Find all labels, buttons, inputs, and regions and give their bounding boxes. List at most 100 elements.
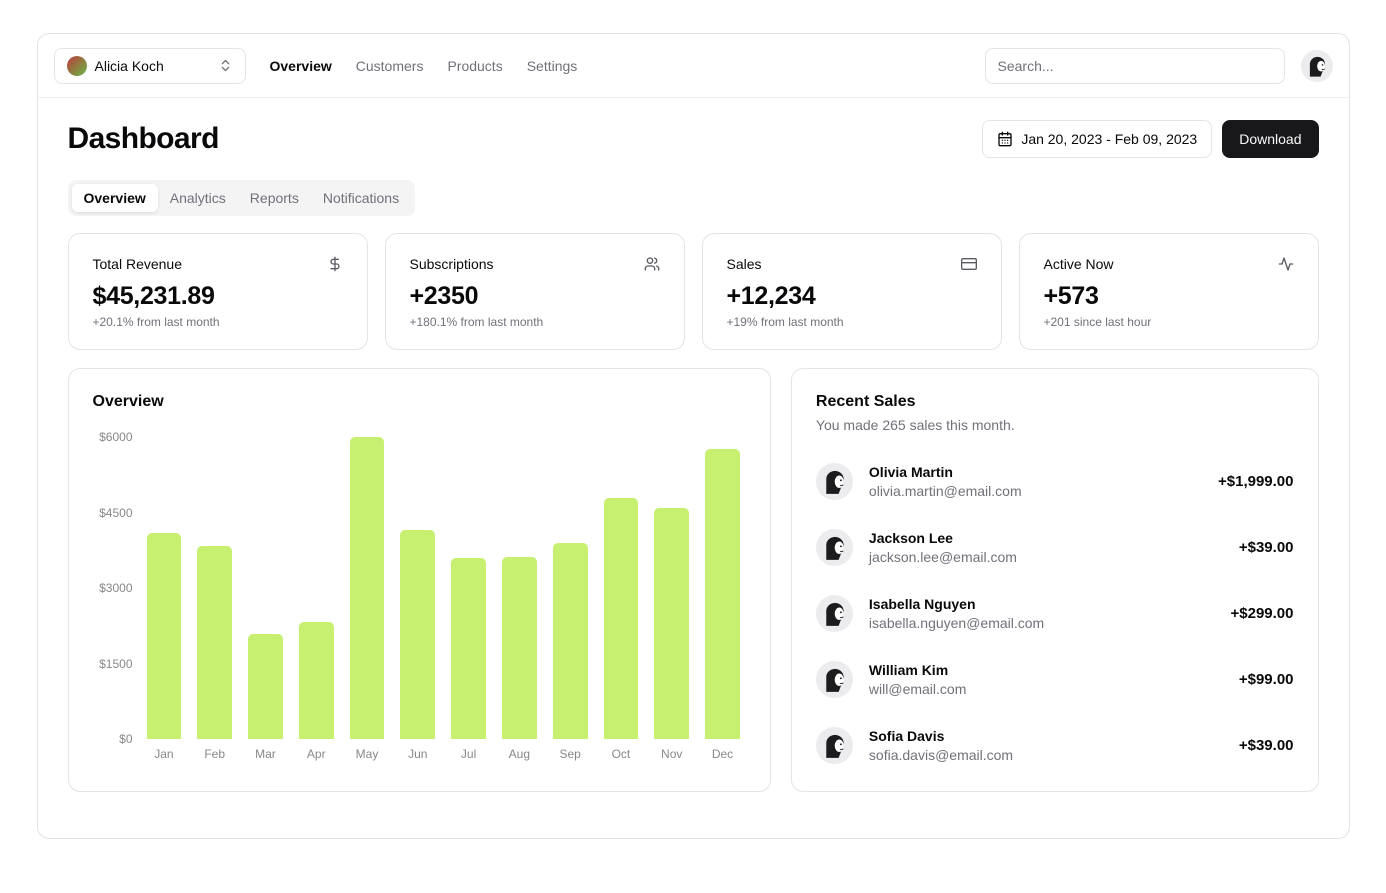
tab-analytics[interactable]: Analytics bbox=[158, 184, 238, 212]
chart-bar bbox=[248, 634, 283, 739]
chart-bar bbox=[603, 497, 639, 739]
chart-bar-column bbox=[552, 437, 588, 739]
stat-label: Sales bbox=[726, 256, 762, 272]
chart-xtick-label: Jul bbox=[460, 747, 477, 761]
chart-xtick-label: Feb bbox=[204, 747, 226, 761]
tab-notifications[interactable]: Notifications bbox=[311, 184, 411, 212]
chart-bar-column bbox=[248, 437, 283, 739]
recent-sales-card: Recent Sales You made 265 sales this mon… bbox=[790, 368, 1319, 792]
chart-ytick-label: $1500 bbox=[99, 656, 133, 671]
customer-email: will@email.com bbox=[868, 681, 967, 697]
chart-ytick-label: $3000 bbox=[99, 581, 133, 595]
chart-bar-column bbox=[501, 437, 537, 739]
dashboard-tabs: Overview Analytics Reports Notifications bbox=[67, 180, 416, 216]
chart-bar bbox=[197, 545, 233, 739]
sale-info: Isabella Nguyen isabella.nguyen@email.co… bbox=[869, 596, 1044, 631]
sale-info: William Kim will@email.com bbox=[869, 662, 966, 697]
top-header: Alicia Koch Overview Customers Products … bbox=[37, 34, 1349, 98]
nav-link-customers[interactable]: Customers bbox=[356, 58, 424, 74]
credit-card-icon bbox=[960, 256, 977, 272]
sale-row: Jackson Lee jackson.lee@email.com +$39.0… bbox=[815, 529, 1294, 566]
customer-avatar bbox=[815, 529, 853, 566]
chart-bar bbox=[298, 621, 334, 739]
recent-sales-list: Olivia Martin olivia.martin@email.com +$… bbox=[815, 463, 1294, 764]
search-input[interactable] bbox=[984, 47, 1285, 84]
chart-bar bbox=[349, 437, 385, 739]
title-actions: Jan 20, 2023 - Feb 09, 2023 Download bbox=[982, 120, 1319, 158]
chart-bar-column bbox=[603, 437, 639, 739]
chart-ytick-label: $6000 bbox=[99, 430, 133, 444]
chart-bar-column bbox=[349, 437, 385, 739]
chart-ytick-label: $0 bbox=[119, 732, 133, 746]
stat-card-active-now: Active Now +573 +201 since last hour bbox=[1018, 233, 1319, 350]
chart-xtick-label: Aug bbox=[508, 747, 531, 761]
stat-change: +180.1% from last month bbox=[409, 315, 544, 329]
sale-amount: +$1,999.00 bbox=[1218, 473, 1294, 490]
recent-sales-title: Recent Sales bbox=[815, 393, 916, 410]
stat-card-sales: Sales +12,234 +19% from last month bbox=[701, 233, 1002, 350]
chart-title: Overview bbox=[92, 393, 164, 410]
activity-icon bbox=[1278, 256, 1294, 272]
chart-xtick-label: May bbox=[355, 747, 379, 761]
overview-chart-card: Overview $6000 $4500 $3000 $1500 $0 Jan Feb Ma… bbox=[67, 368, 771, 792]
chart-bar-column bbox=[705, 437, 740, 739]
customer-name: Jackson Lee bbox=[868, 530, 953, 546]
nav-link-products[interactable]: Products bbox=[447, 58, 502, 74]
stat-card-total-revenue: Total Revenue $45,231.89 +20.1% from las… bbox=[67, 233, 368, 350]
chart-xtick-label: Sep bbox=[559, 747, 581, 761]
stat-change: +201 since last hour bbox=[1043, 315, 1152, 329]
chart-bar bbox=[501, 556, 537, 739]
stat-label: Subscriptions bbox=[409, 256, 494, 272]
user-avatar[interactable] bbox=[1300, 49, 1333, 82]
sale-info: Sofia Davis sofia.davis@email.com bbox=[869, 728, 1013, 763]
chart-bar bbox=[400, 530, 436, 739]
customer-name: William Kim bbox=[868, 662, 949, 678]
chart-bar-column bbox=[298, 437, 334, 739]
chevrons-up-down-icon bbox=[218, 58, 233, 73]
tab-reports[interactable]: Reports bbox=[238, 184, 311, 212]
sale-row: Sofia Davis sofia.davis@email.com +$39.0… bbox=[815, 727, 1294, 764]
stat-change: +19% from last month bbox=[726, 315, 844, 329]
date-range-text: Jan 20, 2023 - Feb 09, 2023 bbox=[1021, 131, 1198, 147]
dollar-sign-icon bbox=[327, 256, 343, 272]
download-button[interactable]: Download bbox=[1222, 120, 1319, 158]
sale-info: Olivia Martin olivia.martin@email.com bbox=[869, 464, 1022, 499]
customer-email: jackson.lee@email.com bbox=[868, 549, 1017, 565]
sale-row: William Kim will@email.com +$99.00 bbox=[815, 661, 1294, 698]
nav-link-settings[interactable]: Settings bbox=[527, 58, 578, 74]
sale-amount: +$99.00 bbox=[1238, 671, 1294, 688]
calendar-icon bbox=[997, 131, 1013, 147]
sale-amount: +$299.00 bbox=[1230, 605, 1294, 622]
customer-email: sofia.davis@email.com bbox=[868, 747, 1014, 763]
lower-panels: Overview $6000 $4500 $3000 $1500 $0 Jan Feb Ma… bbox=[67, 368, 1319, 792]
stat-label: Total Revenue bbox=[92, 256, 183, 272]
stat-value: +573 bbox=[1043, 282, 1099, 310]
customer-avatar bbox=[815, 661, 853, 698]
date-range-picker[interactable]: Jan 20, 2023 - Feb 09, 2023 bbox=[982, 120, 1213, 158]
page-title: Dashboard bbox=[67, 122, 220, 155]
tab-overview[interactable]: Overview bbox=[71, 184, 158, 212]
customer-avatar bbox=[815, 463, 853, 500]
stat-value: $45,231.89 bbox=[92, 282, 215, 310]
customer-email: isabella.nguyen@email.com bbox=[868, 615, 1045, 631]
chart-xtick-label: Apr bbox=[306, 747, 326, 761]
title-row: Dashboard Jan 20, 2023 - Feb 09, 2023 Do… bbox=[68, 120, 1319, 158]
customer-name: Isabella Nguyen bbox=[868, 596, 976, 612]
sale-row: Isabella Nguyen isabella.nguyen@email.co… bbox=[815, 595, 1294, 632]
chart-bar bbox=[705, 448, 740, 739]
customer-avatar bbox=[815, 727, 853, 764]
chart-ytick-label: $4500 bbox=[99, 505, 133, 520]
customer-name: Sofia Davis bbox=[868, 728, 945, 744]
team-switcher[interactable]: Alicia Koch bbox=[53, 47, 246, 84]
chart-plot-area bbox=[141, 437, 746, 739]
sale-amount: +$39.00 bbox=[1238, 737, 1294, 754]
chart-xtick-label: Dec bbox=[711, 747, 734, 761]
users-icon bbox=[644, 256, 660, 272]
chart-xtick-label: Nov bbox=[661, 747, 683, 761]
chart-bar bbox=[146, 532, 182, 739]
nav-link-overview[interactable]: Overview bbox=[270, 58, 332, 74]
customer-email: olivia.martin@email.com bbox=[868, 483, 1022, 499]
header-right bbox=[984, 47, 1333, 84]
chart-bar-column bbox=[451, 437, 486, 739]
chart-xtick-label: Mar bbox=[255, 747, 276, 761]
